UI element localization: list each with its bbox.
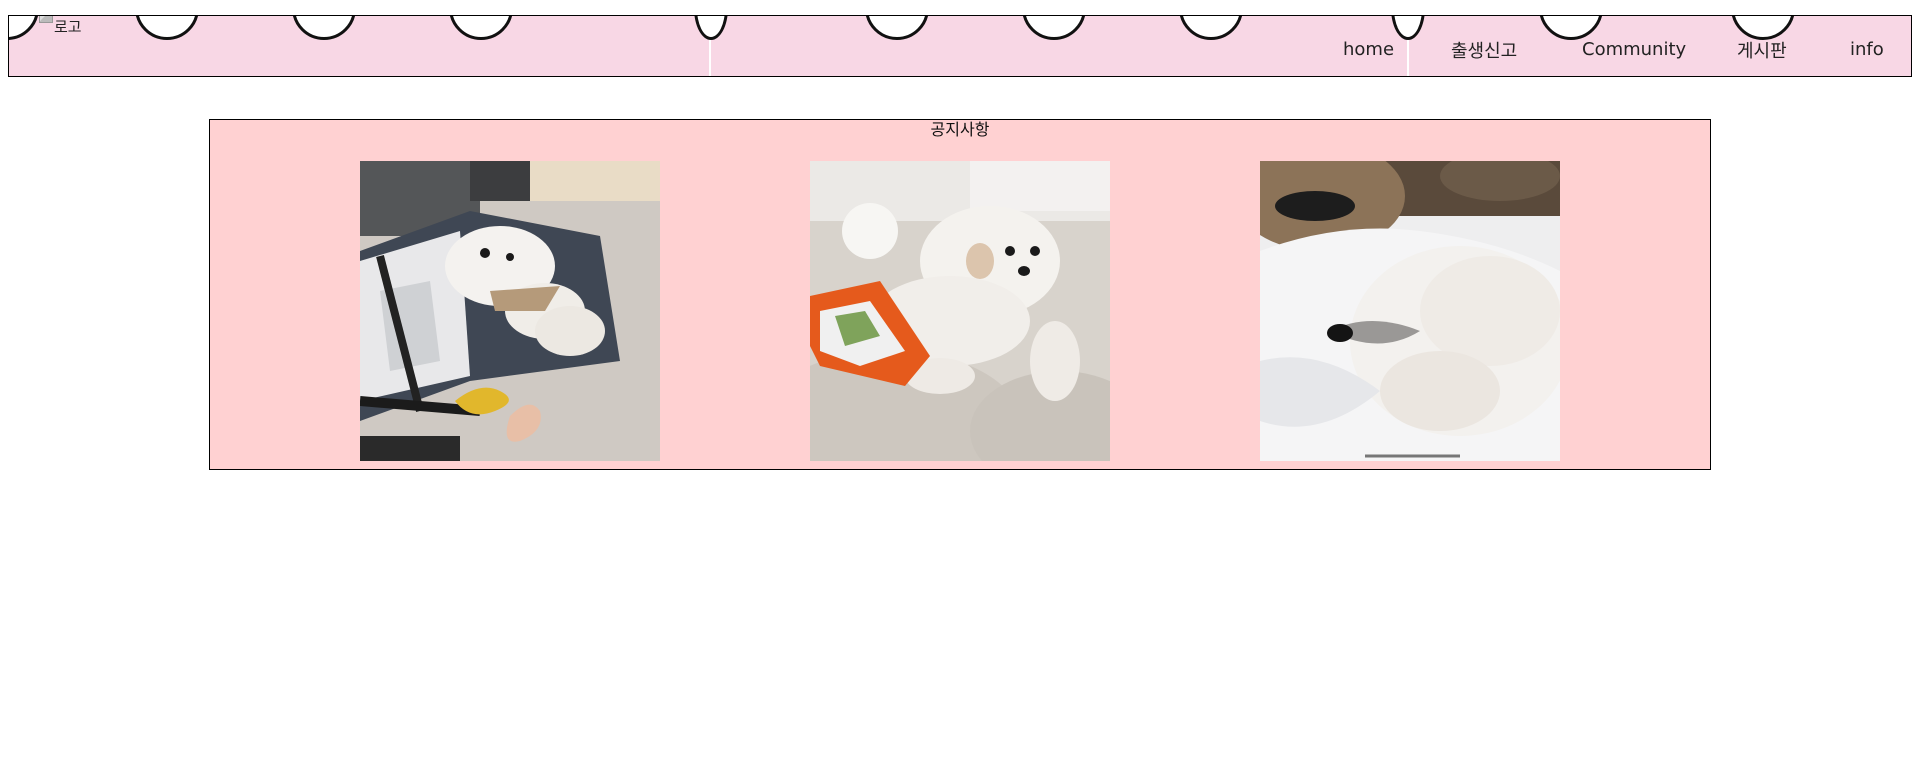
dog-closeup-photo[interactable] xyxy=(1260,161,1560,461)
nav-home[interactable]: home xyxy=(1343,39,1394,60)
nav-info[interactable]: info xyxy=(1850,39,1884,60)
dog-in-suitcase-photo[interactable] xyxy=(360,161,660,461)
main-nav: home 출생신고 Community 게시판 info xyxy=(9,16,1911,76)
nav-birth-registration[interactable]: 출생신고 xyxy=(1451,37,1517,63)
header-banner: 로고 home 출생신고 Community 게시판 info xyxy=(8,15,1912,77)
nav-community[interactable]: Community xyxy=(1582,39,1686,60)
dog-on-sofa-photo[interactable] xyxy=(810,161,1110,461)
notice-section: 공지사항 xyxy=(209,119,1711,470)
notice-title: 공지사항 xyxy=(930,120,990,139)
nav-board[interactable]: 게시판 xyxy=(1737,37,1787,63)
